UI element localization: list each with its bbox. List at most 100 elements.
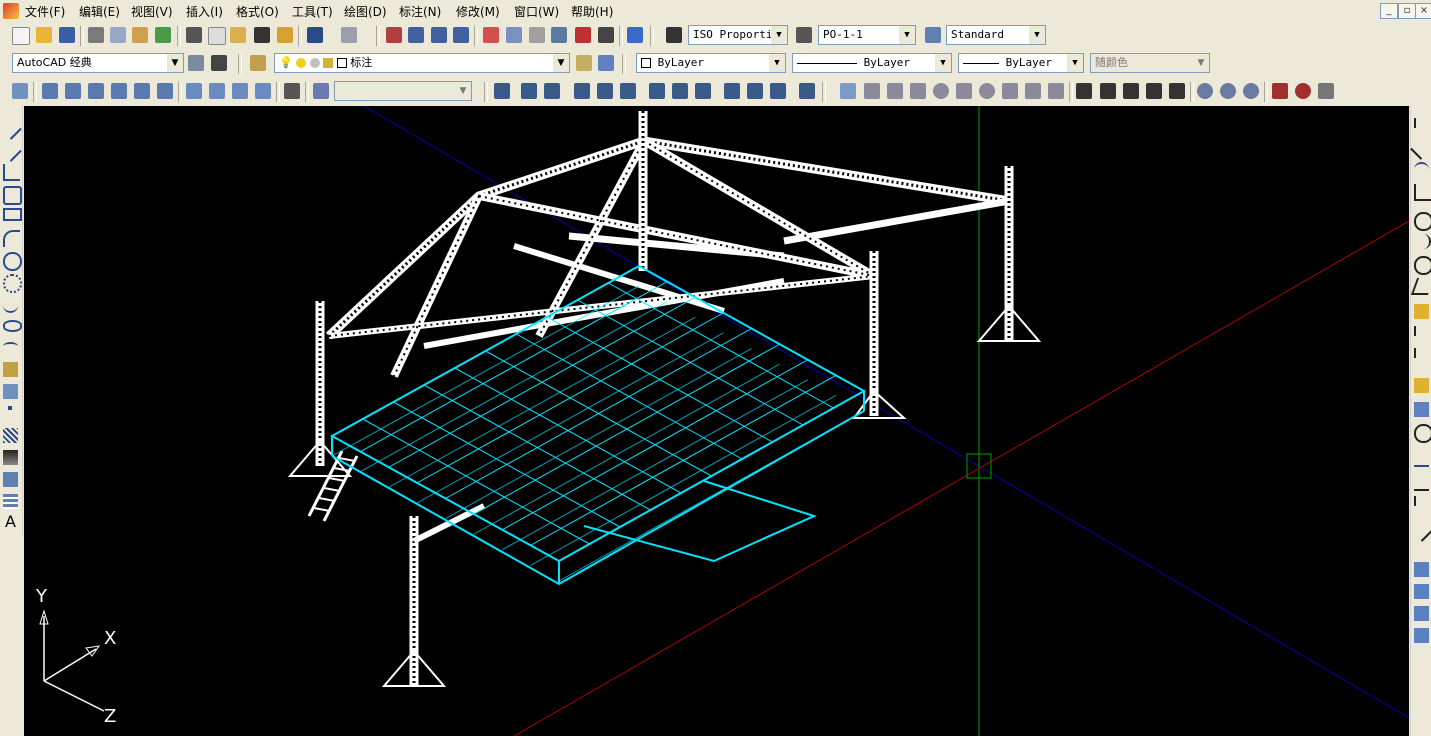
ucs-previous-icon[interactable]	[521, 83, 537, 99]
workspace-select[interactable]: AutoCAD 经典 ▼	[12, 53, 184, 73]
camera-icon[interactable]	[284, 83, 300, 99]
extrude-icon[interactable]	[1076, 83, 1092, 99]
close-button[interactable]: ×	[1415, 3, 1431, 19]
linear-dim-icon[interactable]	[1414, 118, 1431, 128]
ellipse-icon[interactable]	[3, 320, 22, 332]
dim-update-icon[interactable]	[1414, 496, 1431, 506]
cone-icon[interactable]	[910, 83, 926, 99]
layer-manager-icon[interactable]	[250, 55, 266, 71]
layer-previous-icon[interactable]	[598, 55, 614, 71]
redo-icon[interactable]	[341, 27, 357, 43]
ucs-zaxis-icon[interactable]	[649, 83, 665, 99]
insert-block-icon[interactable]	[3, 362, 18, 377]
quick-dim-icon[interactable]	[1414, 304, 1429, 319]
match-properties-icon[interactable]	[254, 27, 270, 43]
dim-style-select[interactable]: PO-1-1 ▼	[818, 25, 916, 45]
design-center-icon[interactable]	[506, 27, 522, 43]
workspace-settings-icon[interactable]	[188, 55, 204, 71]
save-workspace-icon[interactable]	[211, 55, 227, 71]
right-view-icon[interactable]	[111, 83, 127, 99]
layer-select[interactable]: 💡 标注 ▼	[274, 53, 570, 73]
intersect-icon[interactable]	[1243, 83, 1259, 99]
union-icon[interactable]	[1197, 83, 1213, 99]
chevron-down-icon[interactable]: ▼	[1029, 26, 1045, 44]
named-views-icon[interactable]	[12, 83, 28, 99]
properties-icon[interactable]	[483, 27, 499, 43]
ucs-icon[interactable]	[313, 83, 329, 99]
dim-style-icon[interactable]	[796, 27, 812, 43]
ucs-object-icon[interactable]	[574, 83, 590, 99]
make-block-icon[interactable]	[3, 384, 18, 399]
loft-icon[interactable]	[1169, 83, 1185, 99]
save-icon[interactable]	[59, 27, 75, 43]
menu-help[interactable]: 帮助(H)	[571, 3, 613, 20]
top-view-icon[interactable]	[42, 83, 58, 99]
3d-dwf-icon[interactable]	[155, 27, 171, 43]
ucs-apply-icon[interactable]	[770, 83, 786, 99]
zoom-window-icon[interactable]	[431, 27, 447, 43]
chevron-down-icon[interactable]: ▼	[455, 82, 471, 100]
tolerance-icon[interactable]	[1414, 402, 1429, 417]
se-iso-view-icon[interactable]	[209, 83, 225, 99]
make-object-layer-current-icon[interactable]	[576, 55, 592, 71]
left-view-icon[interactable]	[88, 83, 104, 99]
layers-2-icon[interactable]	[1414, 584, 1429, 599]
ucs-y-icon[interactable]	[724, 83, 740, 99]
ucs-x-icon[interactable]	[695, 83, 711, 99]
3d-rotate-icon[interactable]	[1295, 83, 1311, 99]
dim-text-edit-icon[interactable]	[1414, 474, 1429, 491]
region-icon[interactable]	[3, 472, 18, 487]
ucs-face-icon[interactable]	[544, 83, 560, 99]
quick-leader-icon[interactable]	[1414, 378, 1429, 393]
point-icon[interactable]	[8, 406, 12, 410]
calculator-icon[interactable]	[598, 27, 614, 43]
gradient-icon[interactable]	[3, 450, 18, 465]
block-editor-icon[interactable]	[277, 27, 293, 43]
paste-icon[interactable]	[230, 27, 246, 43]
ucs-view-icon[interactable]	[597, 83, 613, 99]
menu-view[interactable]: 视图(V)	[131, 3, 173, 20]
minimize-button[interactable]: _	[1380, 3, 1398, 19]
autocad-app-icon[interactable]	[3, 3, 19, 19]
ucs-origin-icon[interactable]	[620, 83, 636, 99]
circle-icon[interactable]	[3, 252, 22, 271]
revision-cloud-icon[interactable]	[3, 274, 22, 293]
diameter-dim-icon[interactable]	[1414, 256, 1431, 275]
table-icon[interactable]	[3, 494, 18, 509]
new-icon[interactable]	[12, 27, 30, 45]
text-style-icon[interactable]	[666, 27, 682, 43]
drawing-canvas[interactable]: Y X Z	[24, 106, 1409, 736]
layers-1-icon[interactable]	[1414, 562, 1429, 577]
center-mark-icon[interactable]	[1414, 424, 1431, 443]
arc-length-dim-icon[interactable]	[1414, 162, 1429, 179]
3d-move-icon[interactable]	[1272, 83, 1288, 99]
undo-icon[interactable]	[307, 27, 323, 43]
open-icon[interactable]	[36, 27, 52, 43]
sheet-set-icon[interactable]	[551, 27, 567, 43]
color-control-select[interactable]: ByLayer ▼	[636, 53, 786, 73]
chevron-down-icon[interactable]: ▼	[899, 26, 915, 44]
angular-dim-icon[interactable]	[1410, 278, 1431, 295]
spline-icon[interactable]	[3, 296, 18, 313]
chevron-down-icon[interactable]: ▼	[1067, 54, 1083, 72]
layer-lock-icon[interactable]	[323, 58, 334, 68]
layer-freeze-icon[interactable]	[296, 58, 307, 68]
menu-tools[interactable]: 工具(T)	[292, 3, 333, 20]
jogged-dim-icon[interactable]	[1414, 234, 1431, 249]
planar-surface-icon[interactable]	[1048, 83, 1064, 99]
layer-vp-freeze-icon[interactable]	[309, 58, 320, 68]
zoom-realtime-icon[interactable]	[408, 27, 424, 43]
torus-icon[interactable]	[979, 83, 995, 99]
chevron-down-icon[interactable]: ▼	[553, 54, 569, 72]
pyramid-icon[interactable]	[1002, 83, 1018, 99]
pan-icon[interactable]	[386, 27, 402, 43]
revolve-icon[interactable]	[1146, 83, 1162, 99]
aligned-dim-icon[interactable]	[1410, 137, 1431, 160]
polyline-icon[interactable]	[3, 164, 20, 181]
ucs-world-icon[interactable]	[494, 83, 510, 99]
text-style-select[interactable]: ISO Proportic ▼	[688, 25, 788, 45]
nw-iso-view-icon[interactable]	[255, 83, 271, 99]
sw-iso-view-icon[interactable]	[186, 83, 202, 99]
plot-preview-icon[interactable]	[110, 27, 126, 43]
restore-button[interactable]: ▫	[1398, 3, 1416, 19]
